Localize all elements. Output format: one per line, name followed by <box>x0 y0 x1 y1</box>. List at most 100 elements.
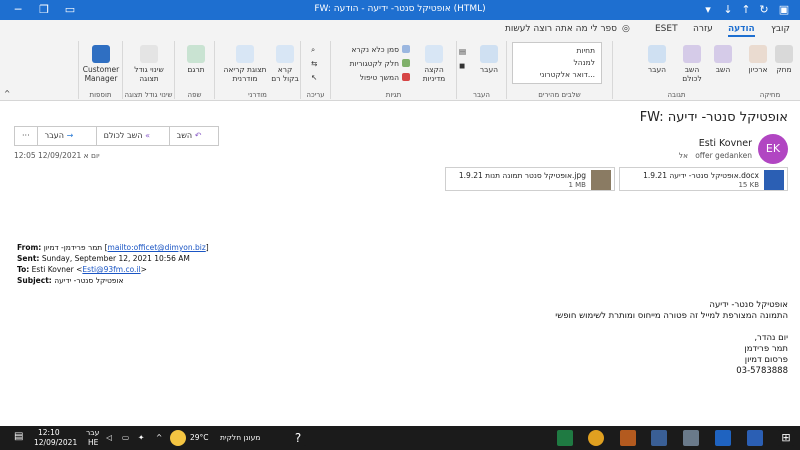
group-addins: Customer Manager תוספות <box>78 41 122 99</box>
categorize-button[interactable]: חלק לקטגוריות <box>350 59 410 68</box>
avatar[interactable]: EK <box>758 134 788 164</box>
onenote-icon[interactable]: ◼ <box>459 61 465 70</box>
forward-arrow-icon: → <box>66 131 74 140</box>
ribbon: ארכיון מחק מחיקה השב השב לכולם העבר תגוב… <box>0 39 800 101</box>
body-line: 03-5783888 <box>736 366 788 376</box>
policy-button[interactable]: הקצה מדיניות <box>415 45 453 83</box>
reply-icon <box>714 45 732 63</box>
ribbon-reply-all-button[interactable]: השב לכולם <box>675 45 709 83</box>
file-explorer-icon[interactable] <box>683 430 699 446</box>
help-icon[interactable]: ? <box>290 430 306 446</box>
translate-button[interactable]: תרגם <box>181 45 211 74</box>
group-respond: השב השב לכולם העבר תגובה <box>612 41 740 99</box>
weather-temperature[interactable]: 29°C <box>190 433 209 442</box>
quicksteps-gallery: תחיות למנהל דואר אלקטרוני... <box>512 42 602 84</box>
find-icon[interactable]: ⌕ <box>311 45 315 55</box>
to-row: To: Esti Kovner <Esti@93fm.co.il> <box>17 265 147 274</box>
attachment-size: 1 MB <box>568 181 586 189</box>
menu-help[interactable]: עזרה <box>693 24 713 34</box>
reply-all-icon <box>683 45 701 63</box>
move-button[interactable]: העבר <box>475 45 503 74</box>
flag-icon <box>402 73 410 81</box>
tell-me-box[interactable]: ספר לי מה אתה רוצה לעשות <box>505 24 617 34</box>
magnifier-icon <box>140 45 158 63</box>
body-line: תמר פרידמן <box>744 344 788 354</box>
body-line: יום נהדר, <box>754 333 788 343</box>
up-arrow-icon[interactable]: ↑ <box>738 2 754 18</box>
speak-button[interactable]: קרא בקול רם <box>271 45 299 83</box>
collapse-ribbon-icon[interactable]: ^ <box>4 89 10 98</box>
language-sub: HE <box>88 438 99 447</box>
windows-start-icon[interactable]: ⊞ <box>778 430 794 446</box>
reply-button[interactable]: השב ↶ <box>168 126 219 146</box>
body-line: אופטיקל סנטר- ידיעה <box>709 300 788 310</box>
subject-row: Subject: אופטיקל סנטר- ידיעה <box>17 276 124 285</box>
down-arrow-icon[interactable]: ↓ <box>720 2 736 18</box>
quickstep-item[interactable]: דואר אלקטרוני... <box>540 70 595 79</box>
clock-time[interactable]: 12:10 <box>38 428 60 437</box>
attachment-docx[interactable]: אופטיקל סנטר- ידיעה 1.9.21.docx 15 KB <box>619 167 788 191</box>
chrome-app-icon[interactable] <box>588 430 604 446</box>
immersive-reader-button[interactable]: תצוגת קריאה מודרנית <box>221 45 269 83</box>
more-actions-button[interactable]: ··· <box>14 126 38 146</box>
body-line: התמונה המצורפת למייל זה פטורה מייחוס ומו… <box>555 311 788 321</box>
save-icon[interactable]: ▣ <box>776 2 792 18</box>
rules-icon[interactable]: ▤ <box>459 47 466 56</box>
app-icon[interactable] <box>651 430 667 446</box>
reply-all-button[interactable]: השב לכולם « <box>95 126 170 146</box>
group-delete: ארכיון מחק מחיקה <box>740 41 800 99</box>
refresh-icon[interactable]: ↻ <box>756 2 772 18</box>
weather-condition[interactable]: מעונן חלקית <box>220 433 260 442</box>
group-immersive: קרא בקול רם תצוגת קריאה מודרנית מודרני <box>214 41 300 99</box>
attachment-name: אופטיקל סנטר תמונה תנות 1.9.21.jpg <box>458 171 586 180</box>
word-app-icon[interactable] <box>747 430 763 446</box>
menu-eset[interactable]: ESET <box>655 24 678 34</box>
quick-access-more-icon[interactable]: ▾ <box>700 2 716 18</box>
archive-button[interactable]: ארכיון <box>744 45 772 74</box>
language-indicator[interactable]: עבר <box>86 428 99 437</box>
from-row: From: תמר פרידמן- דמיון [mailto:officet@… <box>17 243 209 252</box>
excel-app-icon[interactable] <box>557 430 573 446</box>
window-title: FW: אופטיקל סנטר- ידיעה - הודעה (HTML) <box>314 4 486 14</box>
forward-button[interactable]: העבר → <box>36 126 97 146</box>
quickstep-item[interactable]: למנהל <box>573 58 595 67</box>
tray-chevron-icon[interactable]: ^ <box>156 433 162 442</box>
dropbox-icon[interactable]: ✦ <box>138 433 144 442</box>
menu-file[interactable]: קובץ <box>771 24 790 34</box>
trash-icon <box>775 45 793 63</box>
translate-icon <box>187 45 205 63</box>
network-icon[interactable]: ▭ <box>122 433 129 442</box>
group-zoom: שינוי גודל תצוגה שינוי גודל תצוגה <box>122 41 174 99</box>
attachment-jpg[interactable]: אופטיקל סנטר תמונה תנות 1.9.21.jpg 1 MB <box>445 167 615 191</box>
body-line <box>555 322 788 333</box>
related-icon[interactable]: ⇆ <box>311 59 317 68</box>
body-line: פרסום דמיון <box>744 355 788 365</box>
attachment-size: 15 KB <box>738 181 759 189</box>
policy-icon <box>425 45 443 63</box>
volume-icon[interactable]: ◁ <box>106 433 112 442</box>
select-icon[interactable]: ↖ <box>311 73 317 82</box>
to-email-link[interactable]: Esti@93fm.co.il <box>82 265 140 274</box>
group-tags: הקצה מדיניות סמן כלא נקרא חלק לקטגוריות … <box>330 41 456 99</box>
from-link[interactable]: mailto:officet@dimyon.biz <box>108 243 206 252</box>
ribbon-reply-button[interactable]: השב <box>709 45 737 74</box>
ribbon-forward-button[interactable]: העבר <box>641 45 673 74</box>
app-icon[interactable] <box>620 430 636 446</box>
weather-icon[interactable] <box>170 430 186 446</box>
menu-bar: קובץ הודעה עזרה ESET ספר לי מה אתה רוצה … <box>0 20 800 39</box>
quickstep-item[interactable]: תחיות <box>577 46 595 55</box>
sender-name[interactable]: Esti Kovner <box>699 138 752 149</box>
menu-message[interactable]: הודעה <box>728 24 755 37</box>
mark-unread-button[interactable]: סמן כלא נקרא <box>351 45 410 54</box>
move-folder-icon <box>480 45 498 63</box>
notifications-icon[interactable]: ▤ <box>14 431 23 442</box>
reading-pane: FW: אופטיקל סנטר- ידיעה ··· העבר → השב ל… <box>0 101 800 426</box>
outlook-app-icon[interactable] <box>715 430 731 446</box>
reply-arrow-icon: ↶ <box>194 131 202 140</box>
delete-button[interactable]: מחק <box>772 45 796 74</box>
customer-manager-button[interactable]: Customer Manager <box>81 45 121 83</box>
zoom-button[interactable]: שינוי גודל תצוגה <box>127 45 171 83</box>
follow-up-button[interactable]: המשך טיפול <box>360 73 410 82</box>
to-value[interactable]: offer gedanken <box>695 151 752 160</box>
clock-date[interactable]: 12/09/2021 <box>34 438 77 447</box>
